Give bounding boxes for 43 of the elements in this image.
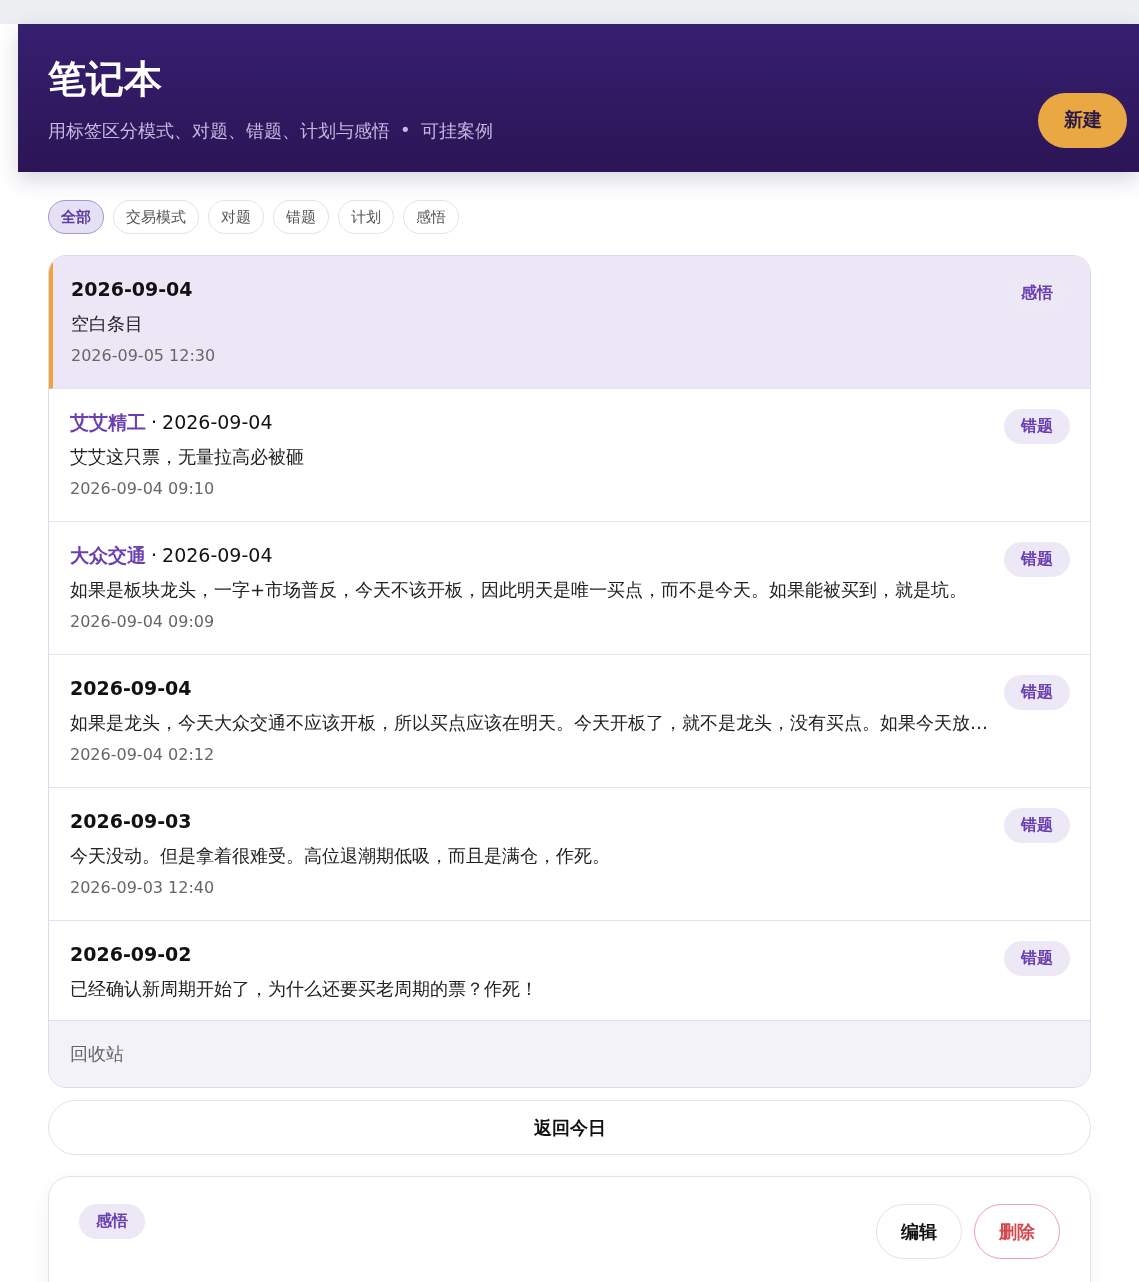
note-text: 已经确认新周期开始了，为什么还要买老周期的票？作死！ bbox=[70, 977, 538, 1001]
note-date: 2026-09-04 bbox=[71, 277, 193, 302]
note-timestamp: 2026-09-04 09:10 bbox=[70, 479, 216, 498]
note-timestamp: 2026-09-03 12:40 bbox=[70, 878, 216, 897]
filter-tab[interactable]: 对题 bbox=[208, 200, 264, 234]
note-text: 今天没动。但是拿着很难受。高位退潮期低吸，而且是满仓，作死。 bbox=[70, 844, 610, 868]
filter-tab[interactable]: 全部 bbox=[48, 200, 104, 234]
separator-dot: · bbox=[151, 543, 158, 568]
note-date: 2026-09-02 bbox=[70, 942, 192, 967]
filter-tab[interactable]: 错题 bbox=[273, 200, 329, 234]
note-date: 2026-09-04 bbox=[70, 676, 192, 701]
new-button[interactable]: 新建 bbox=[1038, 92, 1127, 148]
note-row[interactable]: 2026-09-04 空白条目 2026-09-05 12:30 感悟 bbox=[49, 256, 1090, 389]
separator-dot: · bbox=[151, 410, 158, 435]
separator-dot: • bbox=[400, 118, 411, 142]
delete-button[interactable]: 删除 bbox=[974, 1204, 1060, 1259]
page-title: 笔记本 bbox=[48, 55, 163, 103]
note-text: 如果是龙头，今天大众交通不应该开板，所以买点应该在明天。今天开板了，就不是龙头，没有买点。如果今天放… bbox=[70, 711, 988, 735]
stock-name: 艾艾精工 bbox=[70, 410, 146, 435]
tag-label: 错题 bbox=[1004, 542, 1070, 577]
subtitle: 用标签区分模式、对题、错题、计划与感悟 bbox=[48, 118, 390, 143]
note-date: 2026-09-03 bbox=[70, 809, 192, 834]
note-timestamp: 2026-09-04 02:12 bbox=[70, 745, 216, 764]
subtitle-note: 可挂案例 bbox=[420, 118, 493, 143]
note-timestamp: 2026-09-05 12:30 bbox=[71, 346, 216, 365]
note-date: 2026-09-04 bbox=[162, 410, 273, 435]
tag-label: 错题 bbox=[1004, 675, 1070, 710]
note-date: 2026-09-04 bbox=[162, 543, 273, 568]
recycle-bin-link[interactable]: 回收站 bbox=[49, 1020, 1090, 1087]
stock-name: 大众交通 bbox=[70, 543, 146, 568]
back-today-button[interactable]: 返回今日 bbox=[48, 1100, 1091, 1155]
tag-label: 错题 bbox=[1004, 941, 1070, 976]
tag-label: 错题 bbox=[1004, 409, 1070, 444]
filter-tab[interactable]: 交易模式 bbox=[113, 200, 199, 234]
tag-label: 错题 bbox=[1004, 808, 1070, 843]
filter-tab[interactable]: 感悟 bbox=[403, 200, 459, 234]
tag-label: 感悟 bbox=[79, 1204, 145, 1239]
edit-button[interactable]: 编辑 bbox=[876, 1204, 962, 1259]
note-text: 空白条目 bbox=[71, 312, 144, 336]
note-text: 如果是板块龙头，一字+市场普反，今天不该开板，因此明天是唯一买点，而不是今天。如果能被买到，就是坑。 bbox=[70, 578, 968, 602]
filter-tab[interactable]: 计划 bbox=[338, 200, 394, 234]
note-timestamp: 2026-09-04 09:09 bbox=[70, 612, 216, 631]
note-text: 艾艾这只票，无量拉高必被砸 bbox=[70, 445, 304, 469]
